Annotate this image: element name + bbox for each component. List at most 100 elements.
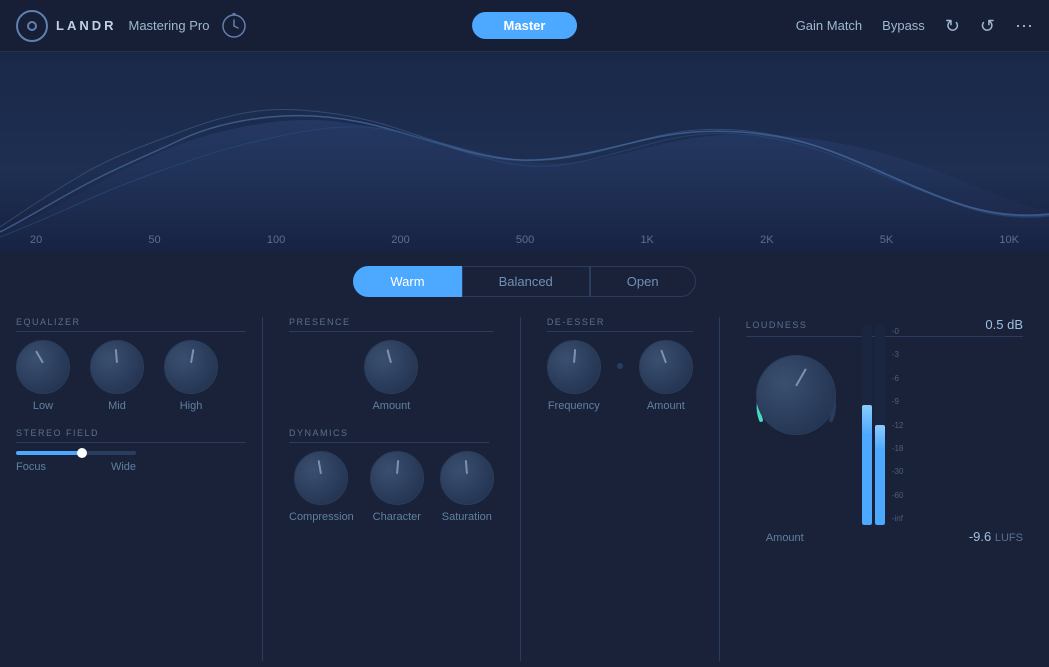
divider-2 [520,317,521,661]
meter-left-fill [862,405,872,525]
compression-label: Compression [289,511,354,523]
logo-area: LANDR Mastering Pro [16,10,209,42]
header-right: Gain Match Bypass ↻ ↺ ⋯ [796,17,1033,35]
brand-name: LANDR [56,18,117,33]
loudness-amount-knob[interactable] [756,355,836,435]
master-button[interactable]: Master [472,12,578,39]
meter-9: -9 [892,397,904,406]
presence-label: PRESENCE [289,317,494,332]
meter-right [875,325,885,525]
eq-mode-row: Warm Balanced Open [0,252,1049,307]
loudness-db: 0.5 dB [985,317,1023,332]
redo-button[interactable]: ↺ [980,17,995,35]
freq-20: 20 [30,234,42,246]
loudness-bottom: Amount -9.6 LUFS [746,529,1023,544]
eq-high-knob[interactable] [164,340,218,394]
deesser-frequency-knob[interactable] [547,340,601,394]
freq-50: 50 [148,234,160,246]
loudness-lufs: -9.6 LUFS [969,529,1023,544]
waveform-area: 20 50 100 200 500 1K 2K 5K 10K [0,52,1049,252]
controls-row: EQUALIZER Low Mid [16,317,1033,661]
bypass-button[interactable]: Bypass [882,18,925,33]
compression-knob[interactable] [294,451,348,505]
undo-button[interactable]: ↻ [945,17,960,35]
character-label: Character [373,511,421,523]
deesser-amount-knob[interactable] [639,340,693,394]
focus-label: Focus [16,461,46,473]
freq-1k: 1K [640,234,653,246]
presence-amount-group: Amount [289,340,494,412]
eq-low-group: Low [16,340,70,412]
loudness-section: LOUDNESS 0.5 dB [736,317,1033,544]
freq-labels: 20 50 100 200 500 1K 2K 5K 10K [0,234,1049,246]
eq-low-label: Low [33,400,53,412]
stereo-labels: Focus Wide [16,461,136,473]
dynamics-label: DYNAMICS [289,428,489,443]
freq-10k: 10K [999,234,1019,246]
eq-low-knob[interactable] [16,340,70,394]
main-controls: EQUALIZER Low Mid [0,307,1049,667]
freq-100: 100 [267,234,285,246]
meter-right-track [875,325,885,525]
saturation-label: Saturation [442,511,492,523]
eq-mode-balanced[interactable]: Balanced [462,266,590,297]
eq-high-group: High [164,340,218,412]
character-group: Character [370,451,424,523]
deesser-amount-label: Amount [647,400,685,412]
loudness-content: -0 -3 -6 -9 -12 -18 -30 -60 -inf [746,345,1023,525]
equalizer-knobs: Low Mid High [16,340,246,412]
presence-amount-label: Amount [372,400,410,412]
logo-icon [16,10,48,42]
freq-500: 500 [516,234,534,246]
meter-18: -18 [892,444,904,453]
dynamics-section: DYNAMICS Compression Charact [289,428,494,523]
freq-200: 200 [391,234,409,246]
eq-mid-knob[interactable] [90,340,144,394]
app-name: Mastering Pro [129,18,210,33]
stereo-field-label: STEREO FIELD [16,428,246,443]
equalizer-section: EQUALIZER Low Mid [16,317,246,473]
gain-match-button[interactable]: Gain Match [796,18,862,33]
saturation-knob[interactable] [440,451,494,505]
loudness-knob-container [746,345,846,445]
more-button[interactable]: ⋯ [1015,17,1033,35]
meter-12: -12 [892,421,904,430]
saturation-group: Saturation [440,451,494,523]
freq-2k: 2K [760,234,773,246]
meter-scale: -0 -3 -6 -9 -12 -18 -30 -60 -inf [892,325,904,525]
meter-3: -3 [892,350,904,359]
deesser-knobs: Frequency Amount [547,340,693,412]
meter-6: -6 [892,374,904,383]
presence-amount-knob[interactable] [364,340,418,394]
freq-5k: 5K [880,234,893,246]
stereo-field-section: STEREO FIELD Focus Wide [16,428,246,473]
eq-mode-open[interactable]: Open [590,266,696,297]
clock-icon[interactable] [221,13,247,39]
header: LANDR Mastering Pro Master Gain Match By… [0,0,1049,52]
header-center: Master [472,12,578,39]
meter-bars: -0 -3 -6 -9 -12 -18 -30 -60 -inf [862,325,904,525]
presence-section: PRESENCE Amount DYNAMICS [279,317,504,523]
character-knob[interactable] [370,451,424,505]
meter-30: -30 [892,467,904,476]
equalizer-label: EQUALIZER [16,317,246,332]
divider-1 [262,317,263,661]
meter-left-track [862,325,872,525]
deesser-freq-group: Frequency [547,340,601,412]
dynamics-knobs: Compression Character Satu [289,451,494,523]
waveform-svg [0,52,1049,252]
eq-mid-group: Mid [90,340,144,412]
eq-mode-warm[interactable]: Warm [353,266,461,297]
deesser-dot-separator [617,363,623,369]
divider-3 [719,317,720,661]
wide-label: Wide [111,461,136,473]
compression-group: Compression [289,451,354,523]
stereo-slider-container: Focus Wide [16,451,246,473]
meter-0: -0 [892,327,904,336]
deesser-label: DE-ESSER [547,317,693,332]
stereo-slider[interactable] [16,451,136,455]
app-container: LANDR Mastering Pro Master Gain Match By… [0,0,1049,667]
meter-right-fill [875,425,885,525]
deesser-amount-group: Amount [639,340,693,412]
eq-mid-label: Mid [108,400,126,412]
